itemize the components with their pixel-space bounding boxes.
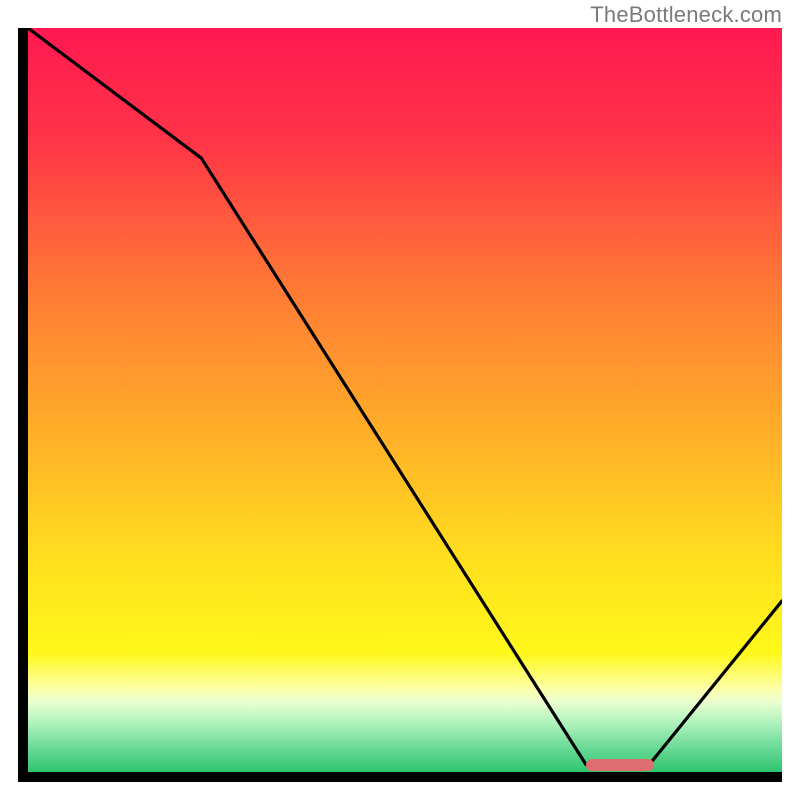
chart-svg [28, 28, 782, 772]
watermark-text: TheBottleneck.com [590, 2, 782, 28]
optimal-range-marker [586, 759, 654, 771]
gradient-background [28, 28, 782, 772]
plot-area [28, 28, 782, 772]
